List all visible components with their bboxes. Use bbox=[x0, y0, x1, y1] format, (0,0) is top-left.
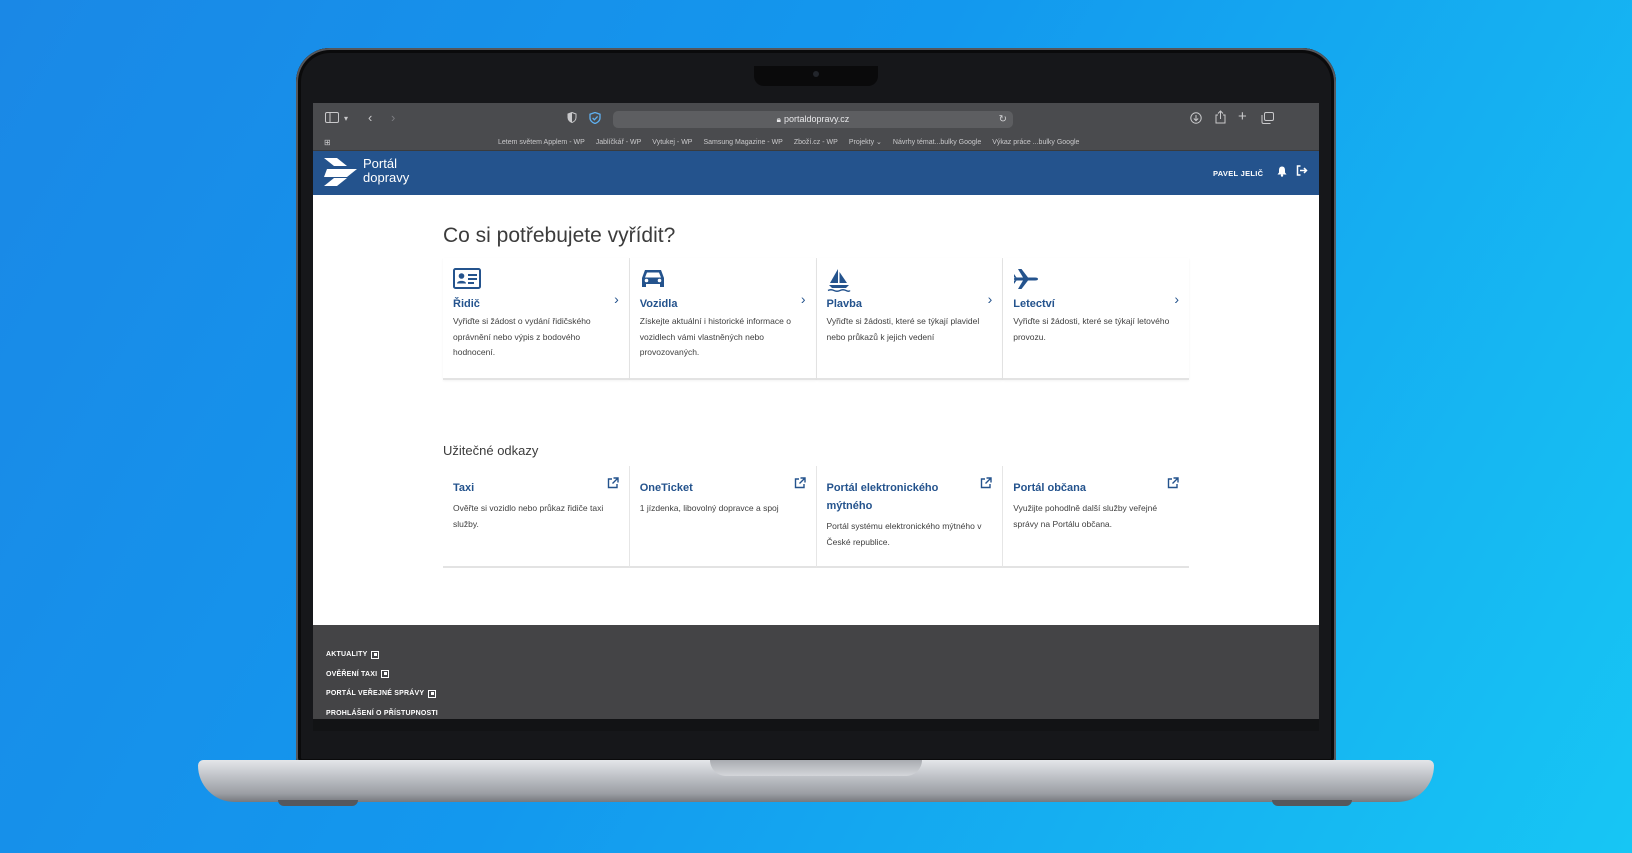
useful-links-title: Užitečné odkazy bbox=[443, 443, 539, 458]
bookmark[interactable]: Návrhy témat...bulky Google bbox=[893, 137, 981, 148]
link-title: OneTicket bbox=[639, 482, 693, 494]
tab-overview-icon[interactable] bbox=[1261, 112, 1274, 127]
external-link-icon bbox=[371, 650, 380, 659]
airplane-icon bbox=[1013, 268, 1039, 295]
user-name[interactable]: PAVEL JELIČ bbox=[1213, 169, 1263, 178]
link-title: Portál elektronického mýtného bbox=[826, 482, 939, 512]
link-description: 1 jízdenka, libovolný dopravce a spoj bbox=[639, 503, 779, 513]
bookmark[interactable]: Jablíčkář - WP bbox=[596, 137, 642, 148]
service-card-letectvi[interactable]: Letectví › Vyřiďte si žádosti, které se … bbox=[1003, 258, 1189, 380]
chevron-right-icon: › bbox=[987, 291, 993, 307]
chevron-right-icon: › bbox=[1174, 291, 1179, 307]
address-bar[interactable]: 🔒︎ portaldopravy.cz ↻ bbox=[613, 111, 1013, 128]
bookmark[interactable]: Zboží.cz - WP bbox=[794, 137, 838, 148]
link-card-myto[interactable]: Portál elektronického mýtného Portál sys… bbox=[816, 466, 1004, 568]
footer-link-label: PROHLÁŠENÍ O PŘÍSTUPNOSTI bbox=[326, 709, 438, 717]
site-header: Portál dopravy PAVEL JELIČ bbox=[313, 151, 1319, 195]
sailboat-icon bbox=[827, 268, 851, 297]
url-text: portaldopravy.cz bbox=[783, 114, 850, 124]
chevron-right-icon: › bbox=[614, 291, 619, 307]
logo-line-1: Portál bbox=[363, 156, 397, 171]
password-shield-icon[interactable] bbox=[589, 111, 601, 127]
site-footer: AKTUALITY OVĚŘENÍ TAXI PORTÁL VEŘEJNÉ SP… bbox=[313, 625, 1319, 719]
service-card-plavba[interactable]: Plavba › Vyřiďte si žádosti, které se tý… bbox=[816, 258, 1004, 380]
grid-icon[interactable]: ⊞ bbox=[324, 136, 331, 150]
new-tab-icon[interactable]: + bbox=[1238, 109, 1247, 124]
forward-icon[interactable]: › bbox=[391, 111, 395, 125]
bookmark[interactable]: Letem světem Applem - WP bbox=[498, 137, 585, 148]
portal-logo-icon[interactable] bbox=[323, 157, 357, 192]
external-link-icon bbox=[607, 476, 619, 494]
service-title: Letectví bbox=[1013, 298, 1055, 310]
link-card-portal-obcana[interactable]: Portál občana Využijte pohodlně další sl… bbox=[1003, 466, 1189, 568]
link-title: Portál občana bbox=[1013, 482, 1086, 494]
bookmark-list: Letem světem Applem - WP Jablíčkář - WP … bbox=[498, 137, 1079, 148]
service-title: Plavba bbox=[826, 298, 862, 310]
bookmark[interactable]: Výkaz práce ...bulky Google bbox=[992, 137, 1079, 148]
service-description: Získejte aktuální i historické informace… bbox=[639, 316, 791, 357]
link-description: Ověřte si vozidlo nebo průkaz řidiče tax… bbox=[453, 503, 604, 529]
chevron-down-icon[interactable]: ▾ bbox=[344, 112, 348, 126]
bookmarks-bar: ⊞ Letem světem Applem - WP Jablíčkář - W… bbox=[313, 135, 1319, 151]
footer-link-overeni-taxi[interactable]: OVĚŘENÍ TAXI bbox=[326, 665, 438, 685]
logout-icon[interactable] bbox=[1296, 164, 1308, 179]
link-description: Portál systému elektronického mýtného v … bbox=[826, 521, 982, 547]
laptop-foot bbox=[278, 800, 358, 806]
link-card-oneticket[interactable]: OneTicket 1 jízdenka, libovolný dopravce… bbox=[629, 466, 817, 568]
footer-link-aktuality[interactable]: AKTUALITY bbox=[326, 645, 438, 665]
service-card-ridic[interactable]: Řidič › Vyřiďte si žádost o vydání řidič… bbox=[443, 258, 630, 380]
service-card-vozidla[interactable]: Vozidla › Získejte aktuální i historické… bbox=[629, 258, 817, 380]
service-title: Vozidla bbox=[639, 298, 678, 310]
bookmark[interactable]: Samsung Magazine - WP bbox=[703, 137, 782, 148]
lock-icon: 🔒︎ bbox=[776, 115, 781, 124]
link-description: Využijte pohodlně další služby veřejné s… bbox=[1013, 503, 1158, 529]
sidebar-toggle-icon[interactable] bbox=[325, 112, 339, 126]
driver-license-icon bbox=[453, 268, 481, 294]
screen-bezel bbox=[313, 719, 1319, 731]
share-icon[interactable] bbox=[1215, 110, 1226, 127]
camera-icon bbox=[813, 71, 819, 77]
footer-link-label: AKTUALITY bbox=[326, 651, 368, 659]
external-link-icon bbox=[381, 670, 390, 679]
download-icon[interactable] bbox=[1190, 112, 1202, 127]
link-title: Taxi bbox=[453, 482, 475, 494]
browser-window: ▾ ‹ › 🔒︎ portaldopravy.cz ↻ + ⊞ Letem svě… bbox=[313, 103, 1319, 719]
page-title: Co si potřebujete vyřídit? bbox=[443, 224, 676, 247]
browser-toolbar: ▾ ‹ › 🔒︎ portaldopravy.cz ↻ + bbox=[313, 103, 1319, 135]
external-link-icon bbox=[1167, 476, 1179, 494]
service-description: Vyřiďte si žádosti, které se týkají leto… bbox=[1013, 316, 1170, 342]
bookmark[interactable]: Vytukej - WP bbox=[652, 137, 692, 148]
laptop-foot bbox=[1272, 800, 1352, 806]
reload-icon[interactable]: ↻ bbox=[999, 111, 1007, 128]
footer-link-portal-verejne-spravy[interactable]: PORTÁL VEŘEJNÉ SPRÁVY bbox=[326, 684, 438, 704]
service-cards: Řidič › Vyřiďte si žádost o vydání řidič… bbox=[443, 258, 1189, 380]
footer-link-pristupnost[interactable]: PROHLÁŠENÍ O PŘÍSTUPNOSTI bbox=[326, 704, 438, 720]
car-icon bbox=[640, 268, 666, 295]
external-link-icon bbox=[428, 689, 437, 698]
external-link-icon bbox=[980, 476, 992, 494]
back-icon[interactable]: ‹ bbox=[368, 111, 372, 125]
laptop-hinge-notch bbox=[710, 760, 922, 776]
useful-links: Taxi Ověřte si vozidlo nebo průkaz řidič… bbox=[443, 466, 1189, 568]
bell-icon[interactable] bbox=[1277, 166, 1287, 180]
service-title: Řidič bbox=[453, 298, 480, 310]
bookmark[interactable]: Projekty ⌄ bbox=[849, 137, 882, 148]
portal-logo-text[interactable]: Portál dopravy bbox=[363, 157, 409, 185]
logo-line-2: dopravy bbox=[363, 170, 410, 185]
footer-link-label: OVĚŘENÍ TAXI bbox=[326, 670, 378, 678]
external-link-icon bbox=[794, 476, 806, 494]
footer-link-label: PORTÁL VEŘEJNÉ SPRÁVY bbox=[326, 690, 425, 698]
service-description: Vyřiďte si žádosti, které se týkají plav… bbox=[826, 316, 980, 342]
privacy-shield-icon[interactable] bbox=[567, 111, 577, 126]
chevron-right-icon: › bbox=[800, 291, 806, 307]
footer-links: AKTUALITY OVĚŘENÍ TAXI PORTÁL VEŘEJNÉ SP… bbox=[326, 645, 438, 719]
service-description: Vyřiďte si žádost o vydání řidičského op… bbox=[453, 316, 591, 357]
link-card-taxi[interactable]: Taxi Ověřte si vozidlo nebo průkaz řidič… bbox=[443, 466, 630, 568]
